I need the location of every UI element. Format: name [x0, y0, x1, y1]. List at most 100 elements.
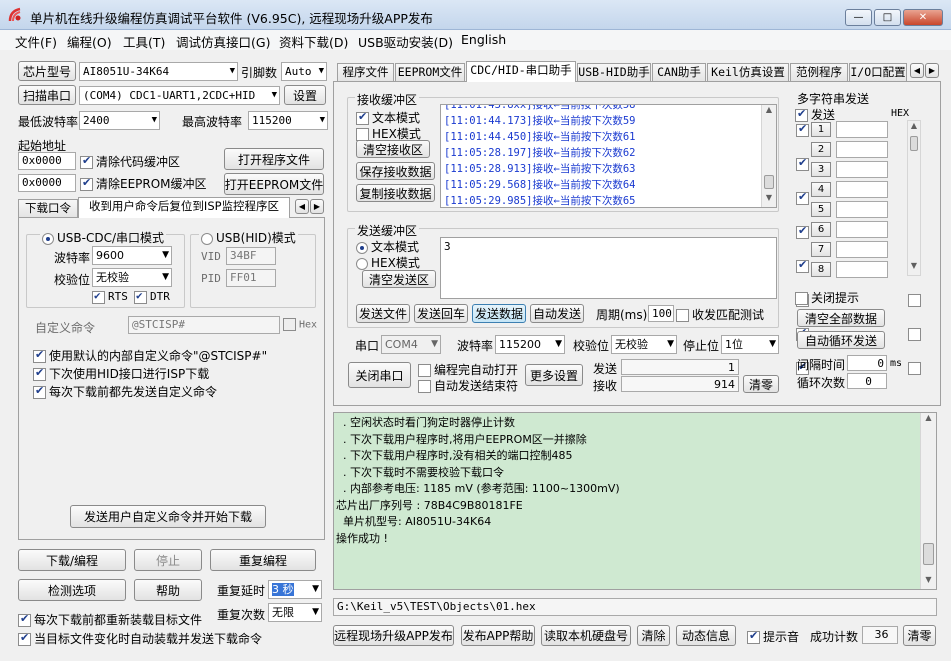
baud-select[interactable]: 9600 ▼ [92, 246, 172, 265]
auto-open-option[interactable]: 编程完自动打开 [418, 361, 518, 378]
tab-can[interactable]: CAN助手 [652, 63, 706, 81]
right-tab-scroll-left-button[interactable]: ◀ [910, 63, 924, 78]
help-button[interactable]: 帮助 [134, 579, 202, 601]
usb-hid-radio[interactable] [201, 232, 213, 245]
tab-eeprom-file[interactable]: EEPROM文件 [395, 63, 465, 81]
auto-send-end-checkbox[interactable] [418, 380, 431, 393]
tab-keil-sim[interactable]: Keil仿真设置 [707, 63, 789, 81]
tab-scroll-left-button[interactable]: ◀ [295, 199, 309, 214]
multi-row-input[interactable] [836, 261, 888, 278]
multi-row-send-button[interactable]: 8 [811, 262, 831, 277]
clear-eeprom-option[interactable]: 清除EEPROM缓冲区 [80, 175, 207, 192]
multi-row-input[interactable] [836, 201, 888, 218]
serial-baud-select[interactable]: 115200 ▼ [495, 335, 565, 354]
tab-download-password[interactable]: 下载口令 [18, 199, 78, 217]
rx-text-area[interactable]: [11:01:43.8xx]接收←当前按下次数58 [11:01:44.173]… [440, 104, 777, 208]
close-tip-checkbox[interactable] [795, 292, 808, 305]
auto-send-button[interactable]: 自动发送 [530, 304, 584, 323]
scroll-up-icon[interactable]: ▲ [908, 121, 920, 135]
clear-rx-button[interactable]: 清空接收区 [356, 140, 430, 158]
dtr-option[interactable]: DTR [134, 289, 170, 304]
auto-send-option[interactable]: 当目标文件变化时自动装载并发送下载命令 [18, 630, 262, 647]
rx-scrollbar[interactable]: ▲ ▼ [761, 105, 776, 207]
multi-row-input[interactable] [836, 241, 888, 258]
multi-row-send-checkbox[interactable] [796, 258, 809, 273]
tx-hex-mode-option[interactable]: HEX模式 [356, 254, 420, 271]
read-disk-id-button[interactable]: 读取本机硬盘号 [541, 625, 631, 646]
settings-button[interactable]: 设置 [284, 85, 326, 105]
scroll-down-icon[interactable]: ▼ [908, 261, 920, 275]
right-tab-scroll-right-button[interactable]: ▶ [925, 63, 939, 78]
clear-log-button[interactable]: 清除 [637, 625, 670, 646]
custom-hex-option[interactable]: Hex [283, 318, 317, 331]
reload-target-checkbox[interactable] [18, 612, 31, 627]
reset-count-button[interactable]: 清零 [903, 625, 936, 646]
multi-row-input[interactable] [836, 221, 888, 238]
open-program-file-button[interactable]: 打开程序文件 [224, 148, 324, 170]
close-button[interactable]: ✕ [903, 9, 943, 26]
send-file-button[interactable]: 发送文件 [356, 304, 410, 323]
serial-port-select[interactable]: COM4 ▼ [381, 335, 441, 354]
clear-count-button[interactable]: 清零 [743, 375, 779, 393]
send-before-download-option[interactable]: 每次下载前都先发送自定义命令 [33, 383, 217, 400]
multi-row-send-button[interactable]: 6 [811, 222, 831, 237]
scan-port-button[interactable]: 扫描串口 [18, 85, 76, 105]
remote-upgrade-publish-button[interactable]: 远程现场升级APP发布 [333, 625, 454, 646]
multi-send-all-checkbox[interactable] [795, 107, 808, 122]
repeat-count-select[interactable]: 无限 ▼ [268, 603, 322, 622]
rts-option[interactable]: RTS [92, 289, 128, 304]
tx-text-area[interactable]: 3 [440, 237, 777, 299]
multi-row-input[interactable] [836, 141, 888, 158]
more-settings-button[interactable]: 更多设置 [525, 364, 583, 386]
port-select[interactable]: (COM4) CDC1-UART1,2CDC+HID ▼ [79, 86, 280, 105]
multi-row-hex-checkbox[interactable] [908, 294, 921, 307]
check-options-button[interactable]: 检测选项 [18, 579, 126, 601]
tab-scroll-right-button[interactable]: ▶ [310, 199, 324, 214]
clear-tx-button[interactable]: 清空发送区 [362, 270, 436, 288]
multi-row-hex-checkbox[interactable] [908, 362, 921, 375]
vid-input[interactable]: 34BF [226, 247, 276, 265]
default-command-checkbox[interactable] [33, 348, 46, 363]
multi-row-send-button[interactable]: 1 [811, 122, 831, 137]
scroll-up-icon[interactable]: ▲ [762, 105, 776, 119]
reload-target-option[interactable]: 每次下载前都重新装载目标文件 [18, 611, 202, 628]
multi-row-send-button[interactable]: 4 [811, 182, 831, 197]
auto-loop-send-button[interactable]: 自动循环发送 [797, 331, 885, 349]
close-port-button[interactable]: 关闭串口 [348, 362, 411, 388]
menu-debug[interactable]: 调试仿真接口(G) [176, 32, 270, 51]
beep-checkbox[interactable] [747, 629, 760, 644]
tx-text-mode-radio[interactable] [356, 241, 368, 254]
multi-row-input[interactable] [836, 181, 888, 198]
serial-parity-select[interactable]: 无校验 ▼ [611, 335, 677, 354]
tab-reset-to-isp[interactable]: 收到用户命令后复位到ISP监控程序区 [78, 197, 290, 218]
max-baud-select[interactable]: 115200 ▼ [248, 111, 328, 130]
send-before-download-checkbox[interactable] [33, 384, 46, 399]
pin-count-select[interactable]: Auto ▼ [281, 62, 327, 81]
repeat-delay-select[interactable]: 3 秒 ▼ [268, 580, 322, 599]
minimize-button[interactable]: — [845, 9, 872, 26]
clear-code-checkbox[interactable] [80, 154, 93, 169]
rx-text-mode-option[interactable]: 文本模式 [356, 109, 420, 126]
multi-row-send-button[interactable]: 7 [811, 242, 831, 257]
custom-hex-checkbox[interactable] [283, 318, 296, 331]
scroll-down-icon[interactable]: ▼ [762, 193, 776, 207]
rx-scroll-thumb[interactable] [764, 175, 774, 189]
publish-app-help-button[interactable]: 发布APP帮助 [461, 625, 535, 646]
chip-model-button[interactable]: 芯片型号 [18, 61, 76, 81]
match-test-checkbox[interactable] [676, 309, 689, 322]
period-input[interactable]: 100 [648, 305, 674, 322]
copy-rx-button[interactable]: 复制接收数据 [356, 184, 435, 202]
usb-hid-mode-option[interactable]: USB(HID)模式 [199, 229, 298, 246]
send-data-button[interactable]: 发送数据 [472, 304, 526, 323]
beep-option[interactable]: 提示音 [747, 628, 799, 645]
auto-send-end-option[interactable]: 自动发送结束符 [418, 377, 518, 394]
clear-eeprom-checkbox[interactable] [80, 176, 93, 191]
auto-open-checkbox[interactable] [418, 364, 431, 377]
menu-download[interactable]: 资料下载(D) [279, 32, 348, 51]
multi-send-header[interactable]: 发送 [795, 106, 835, 123]
scroll-up-icon[interactable]: ▲ [921, 413, 936, 427]
menu-usb-driver[interactable]: USB驱动安装(D) [358, 32, 453, 51]
multi-scrollbar[interactable]: ▲ ▼ [907, 120, 921, 276]
clear-all-data-button[interactable]: 清空全部数据 [797, 309, 885, 327]
multi-scroll-thumb[interactable] [910, 136, 918, 151]
